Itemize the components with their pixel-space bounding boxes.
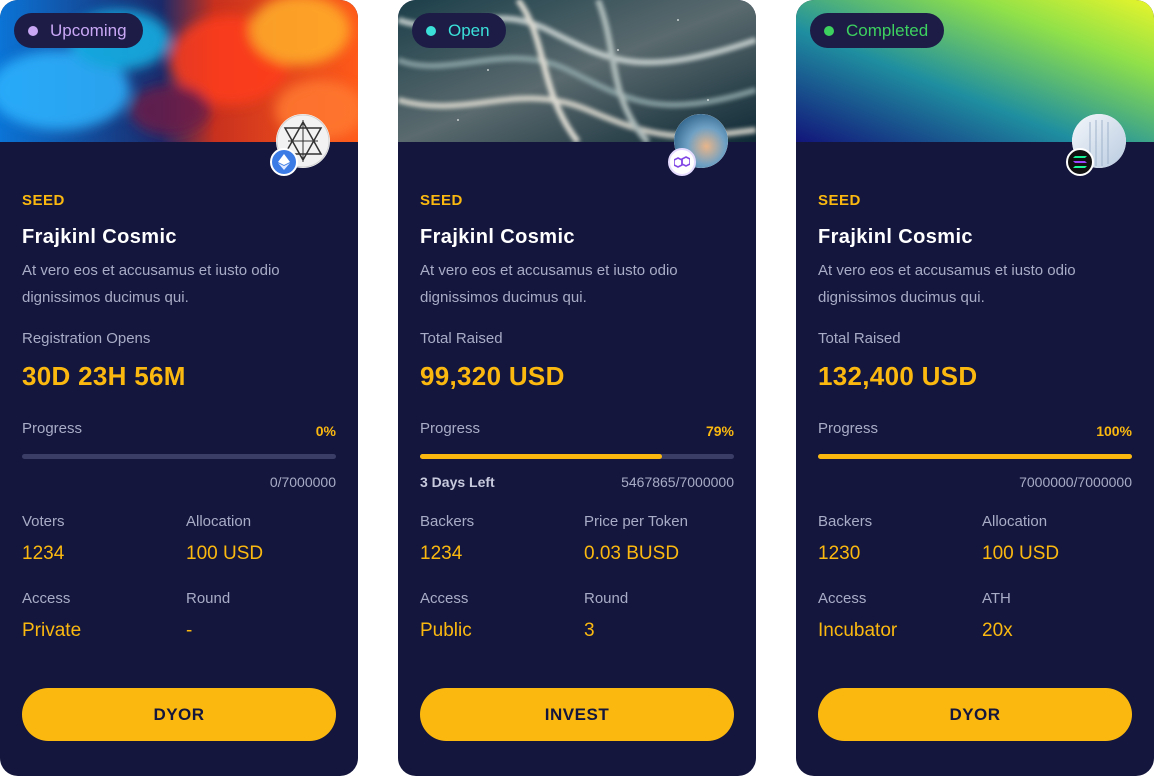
stat-label: Backers (420, 513, 475, 530)
progress-label: Progress (420, 420, 481, 437)
project-card-completed[interactable]: Completed SEED Frajkinl Cosmic At vero e… (796, 0, 1154, 776)
progress-percent: 0% (315, 423, 336, 439)
stat-value: 100 USD (982, 543, 1060, 564)
metric-label: Registration Opens (22, 330, 151, 347)
stat-value: 3 (584, 620, 595, 641)
status-label: Open (448, 20, 490, 40)
project-description: At vero eos et accusamus et iusto odio d… (22, 262, 280, 306)
stat-label: Access (818, 590, 867, 607)
status-badge: Upcoming (14, 13, 143, 48)
stat-value: Incubator (818, 620, 898, 641)
stat-value: 1230 (818, 543, 861, 564)
raised-ratio: 7000000/7000000 (1019, 474, 1132, 490)
project-card-open[interactable]: Open SEED Frajkinl Cosmic At vero eos et… (398, 0, 756, 776)
stat-value: 0.03 BUSD (584, 543, 680, 564)
progress-bar (22, 454, 336, 459)
raised-ratio: 0/7000000 (269, 474, 336, 490)
project-title: Frajkinl Cosmic (22, 226, 177, 248)
stat-label: Allocation (982, 513, 1048, 530)
stat-value: Private (22, 620, 82, 641)
status-dot-icon (824, 25, 834, 36)
status-label: Upcoming (50, 20, 127, 40)
progress-percent: 100% (1096, 423, 1132, 439)
progress-bar (420, 454, 734, 459)
metric-label: Total Raised (818, 330, 901, 347)
status-badge: Completed (810, 13, 945, 48)
days-left: 3 Days Left (420, 474, 495, 490)
metric-value: 30D 23H 56M (22, 361, 186, 391)
metric-value: 132,400 USD (818, 361, 978, 391)
raised-ratio: 5467865/7000000 (621, 474, 734, 490)
progress-label: Progress (22, 420, 83, 437)
stage-label: SEED (818, 192, 861, 209)
dyor-button[interactable]: DYOR (818, 688, 1132, 741)
invest-button[interactable]: INVEST (420, 688, 734, 741)
progress-bar-fill (420, 454, 662, 459)
stat-value: 1234 (22, 543, 65, 564)
stat-label: Access (22, 590, 71, 607)
progress-percent: 79% (705, 423, 734, 439)
stat-label: ATH (982, 590, 1011, 607)
status-dot-icon (28, 25, 38, 36)
stat-label: Backers (818, 513, 873, 530)
stage-label: SEED (420, 192, 463, 209)
progress-bar (818, 454, 1132, 459)
stage-label: SEED (22, 192, 65, 209)
stat-label: Round (186, 590, 231, 607)
stat-value: 100 USD (186, 543, 264, 564)
stat-label: Voters (22, 513, 65, 530)
stat-value: 20x (982, 620, 1013, 641)
project-title: Frajkinl Cosmic (420, 226, 575, 248)
dyor-button[interactable]: DYOR (22, 688, 336, 741)
progress-bar-fill (818, 454, 1132, 459)
polygon-icon (668, 148, 696, 176)
stat-value: 1234 (420, 543, 463, 564)
stat-label: Round (584, 590, 629, 607)
project-title: Frajkinl Cosmic (818, 226, 973, 248)
status-badge: Open (412, 13, 506, 48)
project-description: At vero eos et accusamus et iusto odio d… (420, 262, 678, 306)
stat-value: Public (420, 620, 472, 641)
project-card-upcoming[interactable]: Upcoming SEED Frajkinl Cosmic At vero eo… (0, 0, 358, 776)
project-description: At vero eos et accusamus et iusto odio d… (818, 262, 1076, 306)
metric-label: Total Raised (420, 330, 503, 347)
status-label: Completed (846, 20, 929, 40)
stat-label: Price per Token (584, 513, 688, 530)
stat-label: Access (420, 590, 469, 607)
progress-label: Progress (818, 420, 879, 437)
status-dot-icon (426, 25, 436, 36)
stat-label: Allocation (186, 513, 252, 530)
stat-value: - (186, 620, 193, 641)
solana-icon (1066, 148, 1094, 176)
metric-value: 99,320 USD (420, 361, 565, 391)
ethereum-icon (270, 148, 298, 176)
